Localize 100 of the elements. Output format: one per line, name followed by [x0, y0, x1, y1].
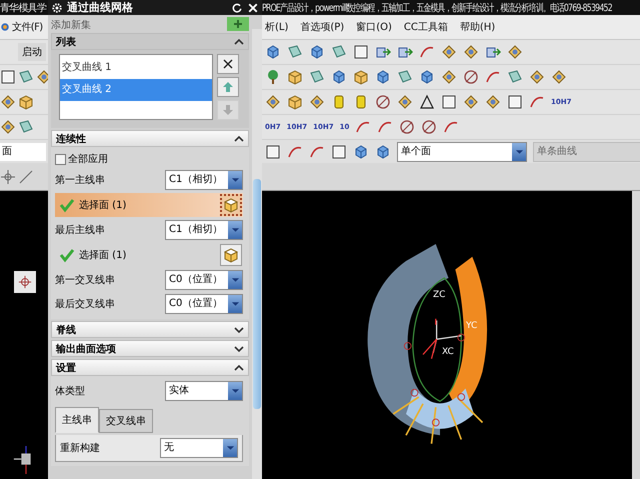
caret-icon [514, 148, 524, 154]
sheet-icon[interactable] [18, 69, 34, 85]
dropdown[interactable]: C1（相切） [165, 220, 243, 240]
sheet-icon[interactable] [331, 44, 347, 60]
axis-label: YC [466, 321, 478, 331]
curve-icon[interactable] [355, 119, 372, 135]
crosshair-button[interactable] [14, 271, 36, 293]
cube-icon[interactable] [309, 44, 325, 60]
caret-icon [230, 301, 240, 307]
circle-icon[interactable] [375, 94, 391, 110]
chevron-up-icon[interactable] [234, 134, 244, 142]
menu-item[interactable]: 文件(F) [12, 20, 43, 34]
arrow-down-icon [222, 104, 234, 116]
app-logo-icon [0, 22, 10, 32]
cube-icon[interactable] [353, 144, 369, 160]
dropdown[interactable]: C0（位置） [165, 270, 243, 290]
sheet-icon[interactable] [309, 69, 325, 85]
curve-icon[interactable] [419, 44, 435, 60]
menu-item[interactable]: 帮助(H) [460, 20, 496, 34]
line-icon[interactable] [18, 168, 34, 184]
remove-button[interactable] [217, 54, 239, 74]
settings-icon[interactable] [51, 2, 63, 14]
square-icon[interactable] [331, 144, 347, 160]
sheet-icon[interactable] [18, 119, 34, 135]
field-label: 体类型 [55, 384, 85, 398]
section-header[interactable]: 列表 [51, 33, 249, 50]
cube-icon [223, 247, 239, 263]
close-icon[interactable] [247, 2, 259, 14]
square-icon[interactable] [353, 44, 369, 60]
tab[interactable]: 交叉线串 [99, 409, 153, 433]
list-item[interactable]: 交叉曲线 1 [60, 57, 212, 79]
cube-icon[interactable] [265, 44, 281, 60]
app-title: 青华模具学 [0, 2, 46, 14]
menu-item[interactable]: 析(L) [265, 20, 288, 34]
cube-icon [223, 197, 239, 213]
tab[interactable]: 主线串 [55, 407, 99, 433]
curve-icon[interactable] [485, 69, 501, 85]
chevron-up-icon[interactable] [234, 38, 244, 46]
selection-row[interactable]: 选择面 (1) [55, 243, 243, 267]
axis-label: XC [442, 347, 454, 357]
section-header[interactable]: 设置 [51, 359, 249, 376]
sheet-icon[interactable] [397, 69, 413, 85]
circle-icon[interactable] [463, 69, 479, 85]
sheet-icon[interactable] [507, 69, 523, 85]
chevron-down-icon[interactable] [234, 344, 244, 352]
field-label: 第一交叉线串 [55, 274, 115, 287]
menu-item[interactable]: 窗口(O) [356, 20, 392, 34]
triangle-icon[interactable] [419, 94, 435, 110]
dropdown[interactable]: 无 [160, 438, 238, 458]
select-face-button[interactable] [220, 194, 242, 216]
scroll-thumb[interactable] [253, 179, 261, 409]
dropdown[interactable]: C1（相切） [165, 170, 243, 190]
section-header[interactable]: 输出曲面选项 [51, 340, 249, 357]
checkbox-label: 全部应用 [68, 152, 108, 166]
section-header[interactable]: 脊线 [51, 321, 249, 338]
caret-icon [226, 445, 234, 451]
circle-icon[interactable] [399, 119, 416, 135]
menu-item[interactable]: CC工具箱 [404, 20, 448, 34]
checkbox[interactable] [55, 154, 66, 164]
start-button[interactable]: 启动 [18, 43, 46, 61]
dropdown[interactable]: 实体 [165, 381, 243, 401]
caret-icon [230, 177, 240, 183]
dropdown[interactable]: C0（位置） [165, 294, 243, 314]
field-label: 重新构建 [60, 442, 100, 455]
dialog-title: 通过曲线网格 [67, 0, 134, 15]
add-set-label: 添加新集 [51, 21, 91, 31]
face-filter-dropdown[interactable]: 单个面 [397, 142, 527, 162]
select-face-button[interactable] [220, 244, 242, 266]
box-icon[interactable] [287, 94, 303, 110]
cube-icon[interactable] [331, 69, 347, 85]
filter-field[interactable]: 面 [0, 142, 46, 160]
selection-row[interactable]: 选择面 (1) [55, 193, 243, 217]
menu-item[interactable]: 首选项(P) [300, 20, 344, 34]
curve-icon[interactable] [443, 119, 460, 135]
checkmark-icon [59, 247, 75, 263]
tree-icon[interactable] [265, 69, 281, 85]
curve-icon[interactable] [529, 94, 545, 110]
square-icon[interactable] [441, 94, 457, 110]
cube-icon[interactable] [375, 144, 391, 160]
square-icon[interactable] [0, 69, 16, 85]
reset-icon[interactable] [231, 2, 243, 14]
scrollbar[interactable] [252, 29, 262, 479]
square-icon[interactable] [265, 144, 281, 160]
field-label: 最后交叉线串 [55, 298, 115, 311]
box-icon[interactable] [287, 69, 303, 85]
list-item[interactable]: 交叉曲线 2 [60, 79, 212, 101]
box-icon[interactable] [18, 94, 34, 110]
square-icon[interactable] [507, 94, 523, 110]
curve-icon[interactable] [377, 119, 394, 135]
x-icon [222, 58, 234, 70]
arrow-up-icon [222, 81, 234, 93]
cube-icon[interactable] [419, 69, 435, 85]
section-header[interactable]: 连续性 [51, 130, 249, 147]
box-icon[interactable] [353, 69, 369, 85]
sheet-icon[interactable] [287, 44, 303, 60]
circle-icon[interactable] [421, 119, 438, 135]
cube-icon[interactable] [375, 69, 391, 85]
chevron-down-icon[interactable] [234, 326, 244, 334]
move-icon[interactable] [0, 168, 16, 184]
chevron-up-icon[interactable] [234, 364, 244, 372]
